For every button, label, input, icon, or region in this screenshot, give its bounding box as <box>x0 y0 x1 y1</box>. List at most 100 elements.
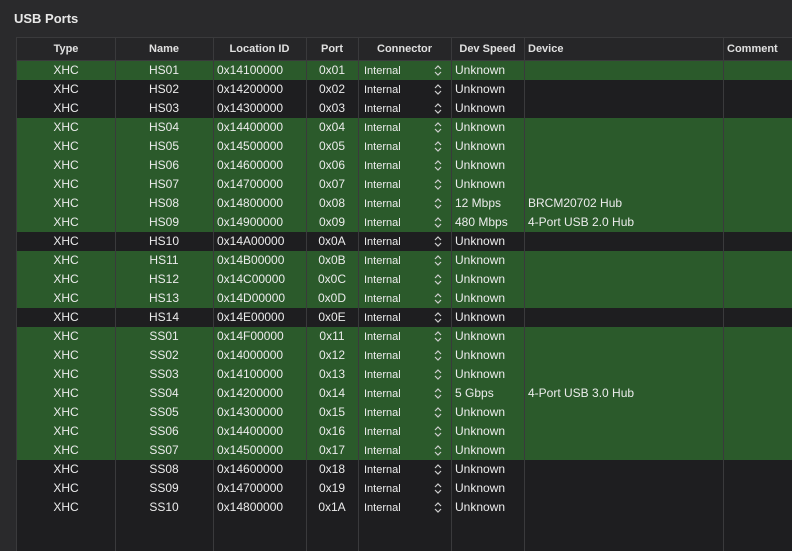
connector-select[interactable]: Internal <box>358 289 438 308</box>
column-header-location-id[interactable]: Location ID <box>213 38 306 60</box>
connector-select[interactable]: Internal <box>358 327 438 346</box>
connector-select[interactable]: Internal <box>358 460 438 479</box>
cell-comment[interactable] <box>723 308 792 327</box>
chevron-up-down-icon[interactable] <box>432 213 444 232</box>
cell-comment[interactable] <box>723 194 792 213</box>
table-row[interactable]: XHC SS01 0x14F00000 0x11 Internal Unknown <box>17 327 792 346</box>
cell-comment[interactable] <box>723 232 792 251</box>
connector-select[interactable]: Internal <box>358 99 438 118</box>
chevron-up-down-icon[interactable] <box>432 460 444 479</box>
chevron-up-down-icon[interactable] <box>432 99 444 118</box>
cell-comment[interactable] <box>723 479 792 498</box>
table-row[interactable]: XHC SS05 0x14300000 0x15 Internal Unknown <box>17 403 792 422</box>
cell-comment[interactable] <box>723 422 792 441</box>
chevron-up-down-icon[interactable] <box>432 232 444 251</box>
table-row[interactable]: XHC HS07 0x14700000 0x07 Internal Unknown <box>17 175 792 194</box>
connector-select[interactable]: Internal <box>358 213 438 232</box>
chevron-up-down-icon[interactable] <box>432 175 444 194</box>
connector-select[interactable]: Internal <box>358 498 438 517</box>
table-row[interactable]: XHC SS07 0x14500000 0x17 Internal Unknown <box>17 441 792 460</box>
table-row[interactable]: XHC HS02 0x14200000 0x02 Internal Unknown <box>17 80 792 99</box>
cell-comment[interactable] <box>723 460 792 479</box>
chevron-up-down-icon[interactable] <box>432 194 444 213</box>
table-row[interactable]: XHC SS02 0x14000000 0x12 Internal Unknown <box>17 346 792 365</box>
connector-select[interactable]: Internal <box>358 194 438 213</box>
table-row[interactable]: XHC SS08 0x14600000 0x18 Internal Unknown <box>17 460 792 479</box>
table-row[interactable]: XHC SS10 0x14800000 0x1A Internal Unknown <box>17 498 792 517</box>
chevron-up-down-icon[interactable] <box>432 498 444 517</box>
connector-select[interactable]: Internal <box>358 232 438 251</box>
cell-comment[interactable] <box>723 99 792 118</box>
connector-select[interactable]: Internal <box>358 175 438 194</box>
connector-select[interactable]: Internal <box>358 365 438 384</box>
cell-comment[interactable] <box>723 118 792 137</box>
table-row[interactable]: XHC SS06 0x14400000 0x16 Internal Unknown <box>17 422 792 441</box>
chevron-up-down-icon[interactable] <box>432 156 444 175</box>
chevron-up-down-icon[interactable] <box>432 289 444 308</box>
chevron-up-down-icon[interactable] <box>432 403 444 422</box>
chevron-up-down-icon[interactable] <box>432 479 444 498</box>
chevron-up-down-icon[interactable] <box>432 80 444 99</box>
column-header-comment[interactable]: Comment <box>723 38 792 60</box>
connector-select[interactable]: Internal <box>358 251 438 270</box>
cell-comment[interactable] <box>723 498 792 517</box>
table-row[interactable]: XHC HS05 0x14500000 0x05 Internal Unknown <box>17 137 792 156</box>
connector-select[interactable]: Internal <box>358 479 438 498</box>
table-row[interactable]: XHC HS10 0x14A00000 0x0A Internal Unknown <box>17 232 792 251</box>
cell-comment[interactable] <box>723 156 792 175</box>
cell-comment[interactable] <box>723 137 792 156</box>
cell-comment[interactable] <box>723 441 792 460</box>
connector-select[interactable]: Internal <box>358 308 438 327</box>
chevron-up-down-icon[interactable] <box>432 327 444 346</box>
connector-select[interactable]: Internal <box>358 61 438 80</box>
chevron-up-down-icon[interactable] <box>432 365 444 384</box>
column-header-connector[interactable]: Connector <box>358 38 451 60</box>
cell-comment[interactable] <box>723 80 792 99</box>
chevron-up-down-icon[interactable] <box>432 422 444 441</box>
chevron-up-down-icon[interactable] <box>432 346 444 365</box>
table-row[interactable]: XHC HS01 0x14100000 0x01 Internal Unknown <box>17 61 792 80</box>
cell-comment[interactable] <box>723 251 792 270</box>
connector-select[interactable]: Internal <box>358 422 438 441</box>
chevron-up-down-icon[interactable] <box>432 61 444 80</box>
connector-select[interactable]: Internal <box>358 346 438 365</box>
table-row[interactable]: XHC SS03 0x14100000 0x13 Internal Unknown <box>17 365 792 384</box>
connector-select[interactable]: Internal <box>358 403 438 422</box>
chevron-up-down-icon[interactable] <box>432 441 444 460</box>
table-row[interactable]: XHC HS06 0x14600000 0x06 Internal Unknown <box>17 156 792 175</box>
cell-comment[interactable] <box>723 61 792 80</box>
cell-comment[interactable] <box>723 365 792 384</box>
column-header-name[interactable]: Name <box>115 38 213 60</box>
connector-select[interactable]: Internal <box>358 118 438 137</box>
cell-comment[interactable] <box>723 175 792 194</box>
table-row[interactable]: XHC SS04 0x14200000 0x14 Internal 5 Gbps 4-Por… <box>17 384 792 403</box>
column-header-dev-speed[interactable]: Dev Speed <box>451 38 524 60</box>
table-row[interactable]: XHC HS08 0x14800000 0x08 Internal 12 Mbps BRCM… <box>17 194 792 213</box>
chevron-up-down-icon[interactable] <box>432 118 444 137</box>
chevron-up-down-icon[interactable] <box>432 308 444 327</box>
column-header-type[interactable]: Type <box>17 38 115 60</box>
connector-select[interactable]: Internal <box>358 441 438 460</box>
table-row[interactable]: XHC HS12 0x14C00000 0x0C Internal Unknown <box>17 270 792 289</box>
table-row[interactable]: XHC HS03 0x14300000 0x03 Internal Unknown <box>17 99 792 118</box>
cell-comment[interactable] <box>723 213 792 232</box>
connector-select[interactable]: Internal <box>358 137 438 156</box>
chevron-up-down-icon[interactable] <box>432 137 444 156</box>
cell-comment[interactable] <box>723 346 792 365</box>
cell-comment[interactable] <box>723 270 792 289</box>
chevron-up-down-icon[interactable] <box>432 251 444 270</box>
column-header-device[interactable]: Device <box>524 38 723 60</box>
connector-select[interactable]: Internal <box>358 156 438 175</box>
table-row[interactable]: XHC HS04 0x14400000 0x04 Internal Unknown <box>17 118 792 137</box>
connector-select[interactable]: Internal <box>358 80 438 99</box>
column-header-port[interactable]: Port <box>306 38 358 60</box>
table-row[interactable]: XHC HS09 0x14900000 0x09 Internal 480 Mbps 4-P… <box>17 213 792 232</box>
cell-comment[interactable] <box>723 403 792 422</box>
cell-comment[interactable] <box>723 289 792 308</box>
table-row[interactable]: XHC HS11 0x14B00000 0x0B Internal Unknown <box>17 251 792 270</box>
table-row[interactable]: XHC HS13 0x14D00000 0x0D Internal Unknown <box>17 289 792 308</box>
connector-select[interactable]: Internal <box>358 384 438 403</box>
table-row[interactable]: XHC HS14 0x14E00000 0x0E Internal Unknown <box>17 308 792 327</box>
cell-comment[interactable] <box>723 327 792 346</box>
chevron-up-down-icon[interactable] <box>432 384 444 403</box>
